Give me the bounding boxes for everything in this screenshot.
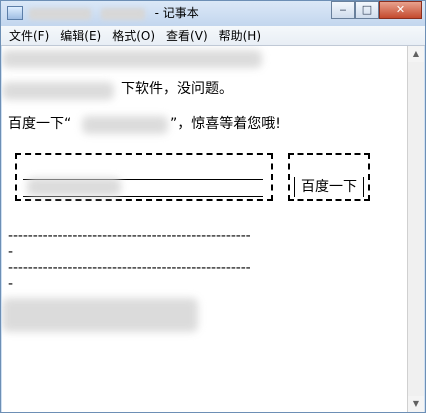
redacted-title — [29, 7, 91, 20]
line-3-suffix: ”，惊喜等着您哦! — [170, 116, 281, 132]
menu-help[interactable]: 帮助(H) — [219, 27, 261, 45]
search-button-text: 百度一下 — [294, 177, 364, 197]
menu-file[interactable]: 文件(F) — [9, 27, 49, 45]
line-3-prefix: 百度一下“ — [8, 116, 72, 132]
line-2-suffix: 下软件，没问题。 — [121, 81, 233, 97]
menu-edit[interactable]: 编辑(E) — [60, 27, 101, 45]
dash-line-mid: ----------------------------------------… — [8, 260, 251, 276]
redacted-bottom-block — [2, 298, 198, 332]
notepad-window: - 记事本 ‒ □ ✕ 文件(F) 编辑(E) 格式(O) 查看(V) 帮助(H… — [0, 0, 426, 413]
maximize-button[interactable]: □ — [355, 1, 379, 19]
redacted-search-text — [27, 178, 121, 196]
title-suffix: - 记事本 — [154, 6, 199, 20]
vertical-scrollbar[interactable]: ▲ ▼ — [407, 46, 424, 412]
redacted-keyword — [82, 116, 168, 134]
minimize-button[interactable]: ‒ — [331, 1, 355, 19]
redacted-line-2-prefix — [2, 82, 114, 100]
title-bar[interactable]: - 记事本 ‒ □ ✕ — [1, 1, 425, 26]
window-controls: ‒ □ ✕ — [331, 1, 422, 21]
menu-view[interactable]: 查看(V) — [166, 27, 208, 45]
menu-bar: 文件(F) 编辑(E) 格式(O) 查看(V) 帮助(H) — [1, 26, 425, 46]
text-editor[interactable]: 下软件，没问题。 百度一下“ ”，惊喜等着您哦! 百度一下 ----------… — [2, 46, 408, 412]
search-button-drawing: 百度一下 — [288, 153, 370, 201]
dash-line-top: ----------------------------------------… — [8, 228, 251, 244]
redacted-line-1 — [2, 50, 262, 68]
scroll-up-icon[interactable]: ▲ — [408, 46, 424, 62]
redacted-title-2 — [100, 7, 145, 20]
search-box-drawing — [15, 153, 273, 201]
scroll-down-icon[interactable]: ▼ — [408, 396, 424, 412]
close-button[interactable]: ✕ — [379, 1, 422, 19]
menu-format[interactable]: 格式(O) — [112, 27, 155, 45]
notepad-icon — [7, 6, 23, 20]
window-title: - 记事本 — [29, 4, 199, 22]
dash-line-mid-end: - — [8, 276, 14, 292]
dash-line-top-end: - — [8, 244, 14, 260]
